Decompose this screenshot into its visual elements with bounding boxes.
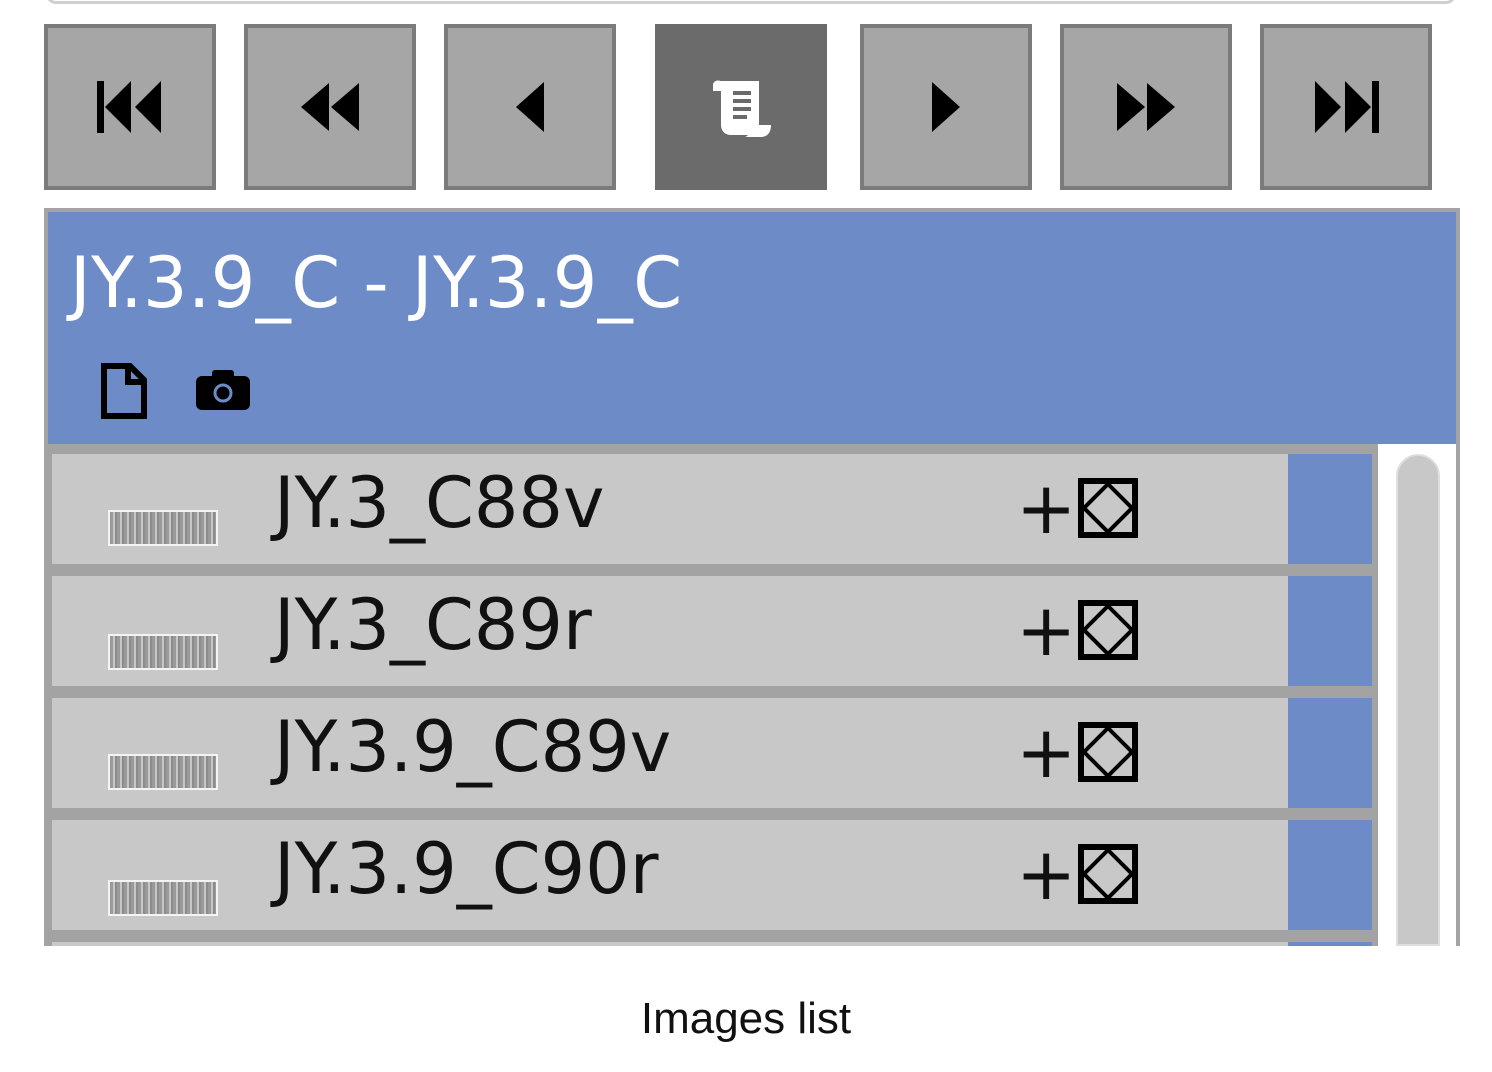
crossed-box-icon [1078, 722, 1139, 782]
row-selection-marker[interactable] [1288, 454, 1372, 564]
fast-back-icon [301, 83, 359, 131]
scrollbar[interactable] [1396, 454, 1440, 946]
list-item[interactable]: JY.3.9_C90r + [52, 820, 1290, 930]
row-selection-marker[interactable] [1288, 820, 1372, 930]
image-label: JY.3_C88v [274, 462, 605, 544]
page-thumbnail [108, 880, 218, 916]
images-list: JY.3_C88v + JY.3_C89r + JY.3.9_C89v + JY… [48, 444, 1456, 946]
fast-forward-icon [1117, 83, 1175, 131]
fast-back-button[interactable] [244, 24, 416, 190]
scroll-icon [713, 80, 771, 137]
list-item[interactable]: JY.3_C88v + [52, 454, 1290, 564]
scroll-view-button[interactable] [655, 24, 827, 190]
last-page-button[interactable] [1260, 24, 1432, 190]
image-label: JY.3.9_C90r [274, 828, 659, 910]
image-label: JY.3_C89r [274, 584, 592, 666]
list-item[interactable]: JY.3.9_C89v + [52, 698, 1290, 808]
next-button[interactable] [860, 24, 1032, 190]
prev-icon [516, 82, 544, 132]
first-page-button[interactable] [44, 24, 216, 190]
add-image-button[interactable]: + [1016, 712, 1139, 792]
page-thumbnail [108, 754, 218, 790]
row-selection-marker[interactable] [1288, 942, 1372, 946]
crossed-box-icon [1078, 478, 1139, 538]
next-icon [932, 82, 960, 132]
prev-button[interactable] [444, 24, 616, 190]
add-image-button[interactable]: + [1016, 590, 1139, 670]
crossed-box-icon [1078, 600, 1139, 660]
top-scroll-rail [46, 0, 1456, 4]
document-icon[interactable] [100, 362, 148, 420]
list-item-partial[interactable] [52, 942, 1290, 946]
last-page-icon [1315, 81, 1379, 133]
figure-caption: Images list [640, 994, 852, 1043]
row-selection-marker[interactable] [1288, 698, 1372, 808]
camera-icon[interactable] [194, 368, 252, 412]
panel-header: JY.3.9_C - JY.3.9_C [48, 212, 1456, 444]
add-image-button[interactable]: + [1016, 468, 1139, 548]
page-thumbnail [108, 634, 218, 670]
fast-forward-button[interactable] [1060, 24, 1232, 190]
first-page-icon [97, 81, 161, 133]
images-panel: JY.3.9_C - JY.3.9_C JY.3_C88v + JY.3_C89… [44, 208, 1460, 946]
image-label: JY.3.9_C89v [274, 706, 672, 788]
row-selection-marker[interactable] [1288, 576, 1372, 686]
panel-title: JY.3.9_C - JY.3.9_C [70, 242, 683, 324]
add-image-button[interactable]: + [1016, 834, 1139, 914]
crossed-box-icon [1078, 844, 1139, 904]
page-thumbnail [108, 510, 218, 546]
list-item[interactable]: JY.3_C89r + [52, 576, 1290, 686]
